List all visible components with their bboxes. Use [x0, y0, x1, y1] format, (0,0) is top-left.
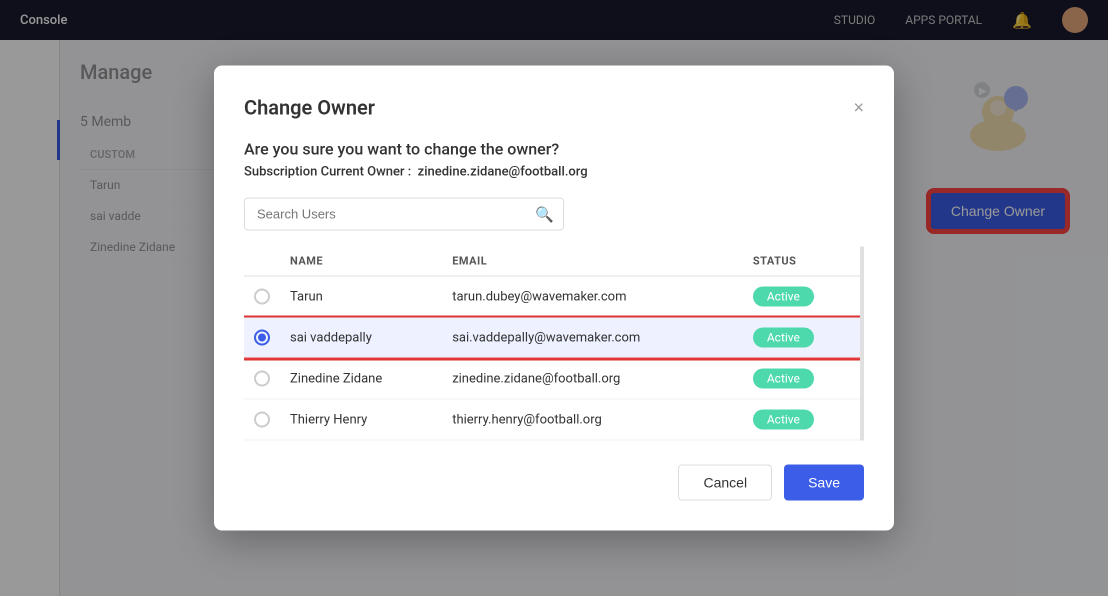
- close-button[interactable]: ×: [853, 99, 864, 117]
- status-badge: Active: [753, 410, 814, 430]
- radio-cell: [244, 399, 280, 440]
- user-table-row[interactable]: Zinedine Zidanezinedine.zidane@football.…: [244, 358, 860, 399]
- radio-cell: [244, 317, 280, 358]
- status-badge: Active: [753, 369, 814, 389]
- cell-user-status: Active: [743, 358, 860, 399]
- cell-user-email: thierry.henry@football.org: [442, 399, 743, 440]
- save-button[interactable]: Save: [784, 465, 864, 501]
- cell-user-status: Active: [743, 317, 860, 358]
- user-table-wrapper[interactable]: NAME EMAIL STATUS Taruntarun.dubey@wavem…: [244, 247, 864, 441]
- user-table: NAME EMAIL STATUS Taruntarun.dubey@wavem…: [244, 247, 860, 441]
- modal-subtitle: Subscription Current Owner : zinedine.zi…: [244, 165, 864, 180]
- cell-user-name: Tarun: [280, 276, 442, 317]
- cell-user-name: sai vaddepally: [280, 317, 442, 358]
- search-input[interactable]: [244, 198, 564, 231]
- cell-user-status: Active: [743, 399, 860, 440]
- user-table-row[interactable]: Taruntarun.dubey@wavemaker.com Active: [244, 276, 860, 317]
- modal-header: Change Owner ×: [244, 96, 864, 120]
- status-badge: Active: [753, 328, 814, 348]
- cell-user-email: sai.vaddepally@wavemaker.com: [442, 317, 743, 358]
- col-select: [244, 247, 280, 277]
- modal-title: Change Owner: [244, 96, 375, 120]
- cell-user-email: zinedine.zidane@football.org: [442, 358, 743, 399]
- change-owner-modal: Change Owner × Are you sure you want to …: [214, 66, 894, 531]
- modal-footer: Cancel Save: [244, 465, 864, 501]
- modal-question: Are you sure you want to change the owne…: [244, 140, 864, 159]
- col-name: NAME: [280, 247, 442, 277]
- radio-button[interactable]: [254, 330, 270, 346]
- cell-user-name: Thierry Henry: [280, 399, 442, 440]
- cell-user-status: Active: [743, 276, 860, 317]
- col-status: STATUS: [743, 247, 860, 277]
- user-table-row[interactable]: sai vaddepallysai.vaddepally@wavemaker.c…: [244, 317, 860, 358]
- cell-user-email: tarun.dubey@wavemaker.com: [442, 276, 743, 317]
- cell-user-name: Zinedine Zidane: [280, 358, 442, 399]
- status-badge: Active: [753, 287, 814, 307]
- col-email: EMAIL: [442, 247, 743, 277]
- radio-cell: [244, 276, 280, 317]
- search-icon: 🔍: [535, 205, 554, 223]
- radio-button[interactable]: [254, 412, 270, 428]
- radio-cell: [244, 358, 280, 399]
- radio-button[interactable]: [254, 371, 270, 387]
- cancel-button[interactable]: Cancel: [678, 465, 772, 501]
- radio-button[interactable]: [254, 289, 270, 305]
- search-box: 🔍: [244, 198, 564, 231]
- user-table-row[interactable]: Thierry Henrythierry.henry@football.org A…: [244, 399, 860, 440]
